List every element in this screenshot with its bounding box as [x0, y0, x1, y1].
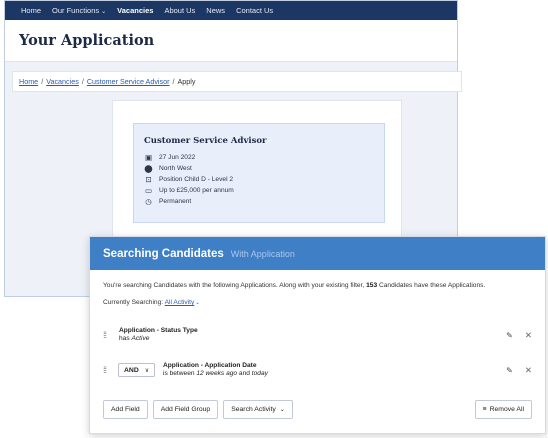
searching-candidates-modal: Searching Candidates With Application Yo…: [89, 236, 546, 434]
filter-description: Application - Status Type has Active: [119, 327, 198, 342]
breadcrumb-separator: /: [41, 77, 44, 86]
drag-handle-icon[interactable]: ⁞⁞: [103, 330, 110, 340]
top-navigation: Home Our Functions ⌄ Vacancies About Us N…: [5, 1, 457, 20]
modal-header: Searching Candidates With Application: [90, 237, 545, 270]
money-icon: ▭: [144, 186, 153, 195]
nav-item-contact-us[interactable]: Contact Us: [236, 6, 273, 15]
remove-filter-icon[interactable]: ✕: [525, 330, 532, 341]
drag-handle-icon[interactable]: ⁞⁞: [103, 365, 110, 375]
filter-description: Application - Application Date is betwee…: [163, 362, 268, 377]
clock-icon: ◷: [145, 197, 152, 206]
page-title: Your Application: [19, 32, 155, 49]
nav-item-vacancies[interactable]: Vacancies: [117, 6, 153, 15]
job-detail-location: ⬤ North West: [144, 163, 374, 174]
id-badge-icon: ⊡: [145, 175, 152, 184]
chevron-down-icon: ∨: [144, 367, 150, 374]
filter-value-to: today: [251, 370, 268, 377]
nav-item-our-functions[interactable]: Our Functions ⌄: [52, 6, 106, 15]
nav-item-home[interactable]: Home: [21, 6, 41, 15]
page-header: Your Application: [5, 20, 457, 62]
screen: Home Our Functions ⌄ Vacancies About Us N…: [0, 0, 548, 438]
nav-item-about-us[interactable]: About Us: [164, 6, 195, 15]
search-info-text: You're searching Candidates with the fol…: [103, 282, 486, 289]
breadcrumb-separator: /: [81, 77, 84, 86]
location-pin-icon: ⬤: [144, 164, 153, 173]
clear-filter-icon: ≡: [482, 406, 487, 413]
breadcrumb-separator: /: [172, 77, 175, 86]
job-contract-type: Permanent: [159, 198, 192, 205]
chevron-down-icon[interactable]: ⌄: [195, 300, 200, 306]
filter-field: Application - Status Type: [119, 327, 198, 334]
breadcrumb-job[interactable]: Customer Service Advisor: [87, 77, 170, 86]
remove-filter-icon[interactable]: ✕: [525, 365, 532, 376]
modal-subtitle: With Application: [230, 248, 295, 259]
breadcrumb-vacancies[interactable]: Vacancies: [46, 77, 79, 86]
chevron-down-icon: ⌄: [279, 407, 285, 413]
modal-body: You're searching Candidates with the fol…: [90, 270, 545, 306]
filter-value: Active: [131, 335, 150, 342]
modal-title: Searching Candidates: [103, 247, 224, 260]
job-detail-salary: ▭ Up to £25,000 per annum: [144, 185, 374, 196]
search-activity-button[interactable]: Search Activity ⌄: [223, 400, 293, 419]
filter-row: ⁞⁞ AND ∨ Application - Application Date i…: [103, 357, 532, 383]
filter-actions: ✎ ✕: [506, 357, 532, 383]
add-field-button[interactable]: Add Field: [103, 400, 148, 419]
breadcrumb-current: Apply: [177, 77, 196, 86]
edit-icon[interactable]: ✎: [506, 366, 513, 375]
breadcrumb: Home / Vacancies / Customer Service Advi…: [12, 71, 462, 92]
filter-actions: ✎ ✕: [506, 322, 532, 348]
add-field-group-button[interactable]: Add Field Group: [152, 400, 219, 419]
chevron-down-icon: ⌄: [101, 9, 107, 15]
job-location: North West: [159, 165, 192, 172]
modal-footer: Add Field Add Field Group Search Activit…: [103, 400, 532, 419]
breadcrumb-home[interactable]: Home: [19, 77, 38, 86]
filter-row: ⁞⁞ Application - Status Type has Active …: [103, 322, 532, 348]
job-summary-card: Customer Service Advisor ▣ 27 Jun 2022 ⬤…: [133, 123, 385, 223]
operator-select[interactable]: AND ∨: [118, 363, 155, 377]
filter-value-from: 12 weeks ago: [196, 370, 238, 377]
job-detail-contract: ◷ Permanent: [144, 196, 374, 207]
filter-field: Application - Application Date: [163, 362, 257, 369]
job-salary: Up to £25,000 per annum: [159, 187, 234, 194]
job-detail-position: ⊡ Position Child D - Level 2: [144, 174, 374, 185]
job-date: 27 Jun 2022: [159, 154, 196, 161]
remove-all-button[interactable]: ≡ Remove All: [474, 400, 532, 419]
edit-icon[interactable]: ✎: [506, 331, 513, 340]
job-title: Customer Service Advisor: [144, 136, 267, 146]
job-detail-date: ▣ 27 Jun 2022: [144, 152, 374, 163]
nav-item-news[interactable]: News: [206, 6, 225, 15]
activity-scope-dropdown[interactable]: All Activity: [165, 299, 195, 306]
candidate-count: 153: [366, 282, 378, 289]
currently-searching: Currently Searching: All Activity⌄: [103, 299, 200, 306]
calendar-icon: ▣: [144, 153, 153, 162]
job-position: Position Child D - Level 2: [159, 176, 234, 183]
